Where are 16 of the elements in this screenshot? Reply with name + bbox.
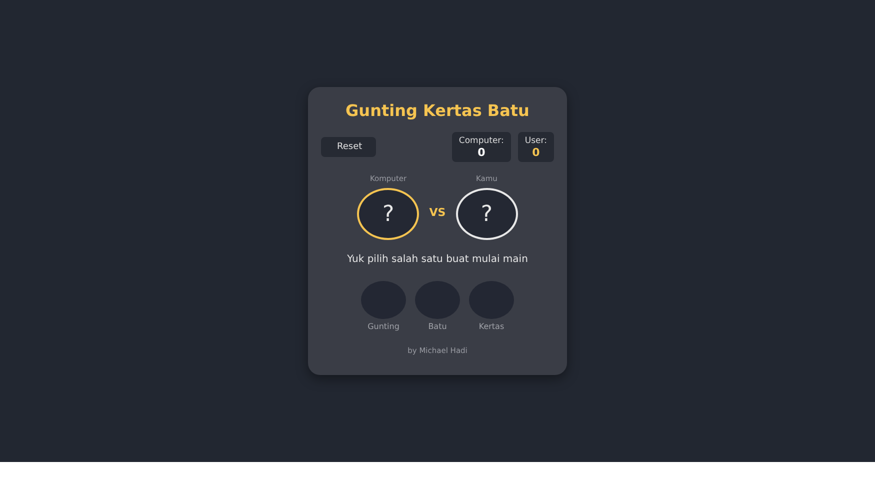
game-title: Gunting Kertas Batu bbox=[346, 101, 530, 120]
option-label: Batu bbox=[428, 322, 447, 331]
choice-circle: ? bbox=[357, 188, 420, 240]
option-button[interactable] bbox=[361, 281, 406, 319]
score-label: Computer: bbox=[458, 136, 504, 146]
option-label: Gunting bbox=[368, 322, 400, 331]
score-value: 0 bbox=[478, 146, 486, 158]
option-button[interactable] bbox=[469, 281, 514, 319]
choice-circle: ? bbox=[456, 188, 518, 240]
option-button[interactable] bbox=[415, 281, 460, 319]
option-label: Kertas bbox=[478, 322, 504, 331]
score-value: 0 bbox=[532, 146, 540, 158]
reset-button[interactable]: Reset bbox=[321, 137, 376, 157]
instruction-text: Yuk pilih salah satu buat mulai main bbox=[347, 254, 528, 265]
versus-label: VS bbox=[429, 206, 446, 218]
score-label: User: bbox=[524, 136, 547, 146]
